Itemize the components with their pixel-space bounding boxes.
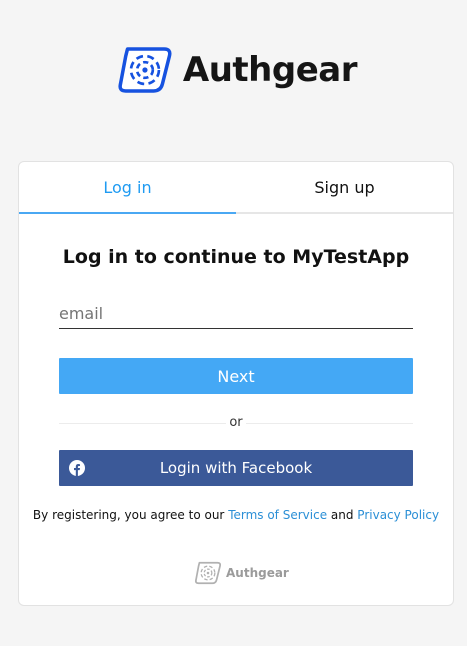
authgear-footer-logo-icon (194, 561, 222, 585)
legal-and: and (327, 508, 358, 522)
authgear-logo-icon (118, 47, 172, 93)
terms-of-service-link[interactable]: Terms of Service (228, 508, 327, 522)
tab-login[interactable]: Log in (19, 162, 236, 214)
next-button[interactable]: Next (59, 358, 413, 394)
footer-brand-name: Authgear (226, 566, 289, 580)
login-card: Log in Sign up Log in to continue to MyT… (18, 161, 454, 606)
facebook-login-label: Login with Facebook (159, 459, 313, 477)
or-divider: or (59, 413, 413, 433)
powered-by-brand: Authgear (194, 561, 289, 585)
brand-name: Authgear (182, 50, 358, 90)
legal-notice: By registering, you agree to our Terms o… (19, 508, 453, 522)
divider-text: or (226, 413, 246, 433)
brand-header: Authgear (117, 40, 358, 100)
privacy-policy-link[interactable]: Privacy Policy (357, 508, 439, 522)
legal-prefix: By registering, you agree to our (32, 508, 229, 522)
email-field[interactable] (59, 298, 413, 329)
page-title: Log in to continue to MyTestApp (62, 246, 410, 268)
facebook-login-button[interactable]: Login with Facebook (59, 450, 413, 486)
auth-tabs: Log in Sign up (19, 162, 453, 214)
tab-signup[interactable]: Sign up (236, 162, 453, 212)
